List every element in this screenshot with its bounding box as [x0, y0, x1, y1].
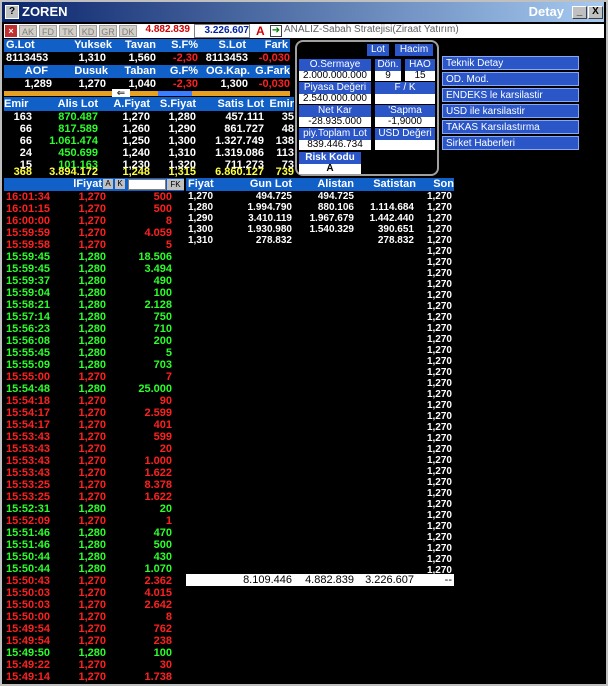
pt-total-son: --	[444, 574, 452, 586]
arrow-right-icon[interactable]: ➜	[270, 25, 282, 37]
sirket-haberleri-button[interactable]: Sirket Haberleri	[442, 136, 579, 150]
h-glot: G.Lot	[6, 39, 35, 51]
color-bar-mid	[158, 91, 192, 96]
od-mod-button[interactable]: OD. Mod.	[442, 72, 579, 86]
h-dusuk: Dusuk	[74, 65, 108, 77]
takas-compare-button[interactable]: TAKAS Karsılastırma	[442, 120, 579, 134]
h-gfark: G.Fark	[255, 65, 290, 77]
close-button[interactable]: X	[588, 6, 603, 19]
h-taban: Taban	[124, 65, 156, 77]
price-cell: 278.832	[255, 235, 292, 246]
tb-fd-button[interactable]: FD	[39, 25, 57, 37]
pt-h-fiyat: Fiyat	[188, 178, 214, 190]
risk-value: A	[299, 164, 361, 174]
stock-info-popup: Lot Hacim O.Sermaye 2.000.000.000 Dön. 9…	[295, 40, 439, 176]
pt-total-alistan: 4.882.839	[305, 574, 354, 586]
v-gf: -2,30	[172, 78, 198, 90]
value-total-2: 3.226.607	[194, 24, 250, 38]
pt-h-satistan: Satistan	[373, 178, 416, 190]
tb-kd-button[interactable]: KD	[79, 25, 97, 37]
dh-sfiyat: S.Fiyat	[159, 98, 196, 110]
osermaye-value: 2.000.000.000	[299, 71, 371, 81]
h-ogkap: OG.Kap.	[205, 65, 250, 77]
tb-tk-button[interactable]: TK	[59, 25, 77, 37]
tb-gr-button[interactable]: GR	[99, 25, 117, 37]
piyasa-value: 2.540.000.000	[299, 94, 371, 104]
sapma-value: -1,9000	[375, 117, 435, 127]
minimize-button[interactable]: _	[572, 6, 587, 19]
analysis-link[interactable]: ANALIZ-Sabah Stratejisi(Ziraat Yatırım)	[284, 24, 604, 38]
pt-h-alistan: Alistan	[317, 178, 354, 190]
don-value: 9	[375, 71, 401, 81]
window-title: ZOREN	[22, 4, 68, 19]
trades-k-button[interactable]: K	[115, 179, 125, 189]
dh-satislot: Satis Lot	[217, 98, 264, 110]
v-yuksek: 1,310	[78, 52, 106, 64]
h-fark: Fark	[264, 39, 288, 51]
pt-h-son: Son	[433, 178, 454, 190]
h-yuksek: Yuksek	[74, 39, 112, 51]
pt-total-satistan: 3.226.607	[365, 574, 414, 586]
a-indicator[interactable]: A	[256, 24, 268, 38]
endeks-compare-button[interactable]: ENDEKS le karsilastir	[442, 88, 579, 102]
dh-emir2: Emir	[269, 98, 294, 110]
fk-value	[375, 94, 435, 104]
v-dusuk: 1,270	[78, 78, 106, 90]
v-gfark: -0,030	[258, 78, 290, 90]
app-icon: ?	[5, 5, 19, 19]
value-total-1: 4.882.839	[145, 24, 191, 35]
v-ogkap: 1,300	[220, 78, 248, 90]
netkar-value: -28.935.000	[299, 117, 371, 127]
v-aof: 1,289	[24, 78, 52, 90]
trades-fk-button[interactable]: FK	[167, 179, 184, 190]
toolbar: × AK FD TK KD GR DK 4.882.839 3.226.607 …	[4, 24, 604, 38]
dh-emir: Emir	[4, 98, 29, 110]
close-small-icon[interactable]: ×	[5, 25, 17, 37]
trades-a-button[interactable]: A	[103, 179, 113, 189]
dh-afiyat: A.Fiyat	[113, 98, 150, 110]
trade-price: 1,270	[78, 671, 106, 683]
usd-value	[375, 140, 435, 150]
trade-lot: 1.738	[144, 671, 172, 683]
h-slot: S.Lot	[218, 39, 247, 51]
trades-header-label: lFiyat	[73, 178, 102, 190]
v-slot: 8113453	[205, 52, 248, 64]
v-fark: -0,030	[258, 52, 290, 64]
color-bar-right	[130, 91, 290, 96]
dh-alislot: Alis Lot	[57, 98, 98, 110]
tb-dk-button[interactable]: DK	[119, 25, 137, 37]
usd-compare-button[interactable]: USD ile karsilastir	[442, 104, 579, 118]
trades-filter-input[interactable]	[128, 179, 166, 190]
price-cell	[292, 235, 354, 248]
price-cell: 278.832	[377, 235, 414, 246]
piytoplam-value: 839.446.734	[299, 140, 371, 150]
title-bar[interactable]: ? ZOREN Detay _ X	[2, 2, 604, 22]
pt-total-gunlot: 8.109.446	[243, 574, 292, 586]
usd-label: USD Değeri	[375, 128, 435, 140]
color-bar-left	[4, 91, 112, 96]
detail-label: Detay	[528, 4, 564, 19]
h-gf: G.F%	[169, 65, 198, 77]
fk-label: F / K	[375, 82, 435, 94]
h-tavan: Tavan	[125, 39, 156, 51]
teknik-detay-button[interactable]: Teknik Detay	[442, 56, 579, 70]
h-sf: S.F%	[171, 39, 198, 51]
pt-h-gunlot: Gun Lot	[249, 178, 292, 190]
lot-button[interactable]: Lot	[367, 44, 389, 56]
trade-time: 15:49:14	[6, 671, 51, 683]
price-cell: 1,310	[188, 235, 214, 246]
v-tavan: 1,560	[128, 52, 156, 64]
hao-value: 15	[405, 71, 435, 81]
v-sf: -2,30	[172, 52, 198, 64]
hacim-button[interactable]: Hacim	[395, 44, 433, 56]
tb-ak-button[interactable]: AK	[19, 25, 37, 37]
h-aof: AOF	[24, 65, 48, 77]
v-glot: 8113453	[6, 52, 49, 64]
